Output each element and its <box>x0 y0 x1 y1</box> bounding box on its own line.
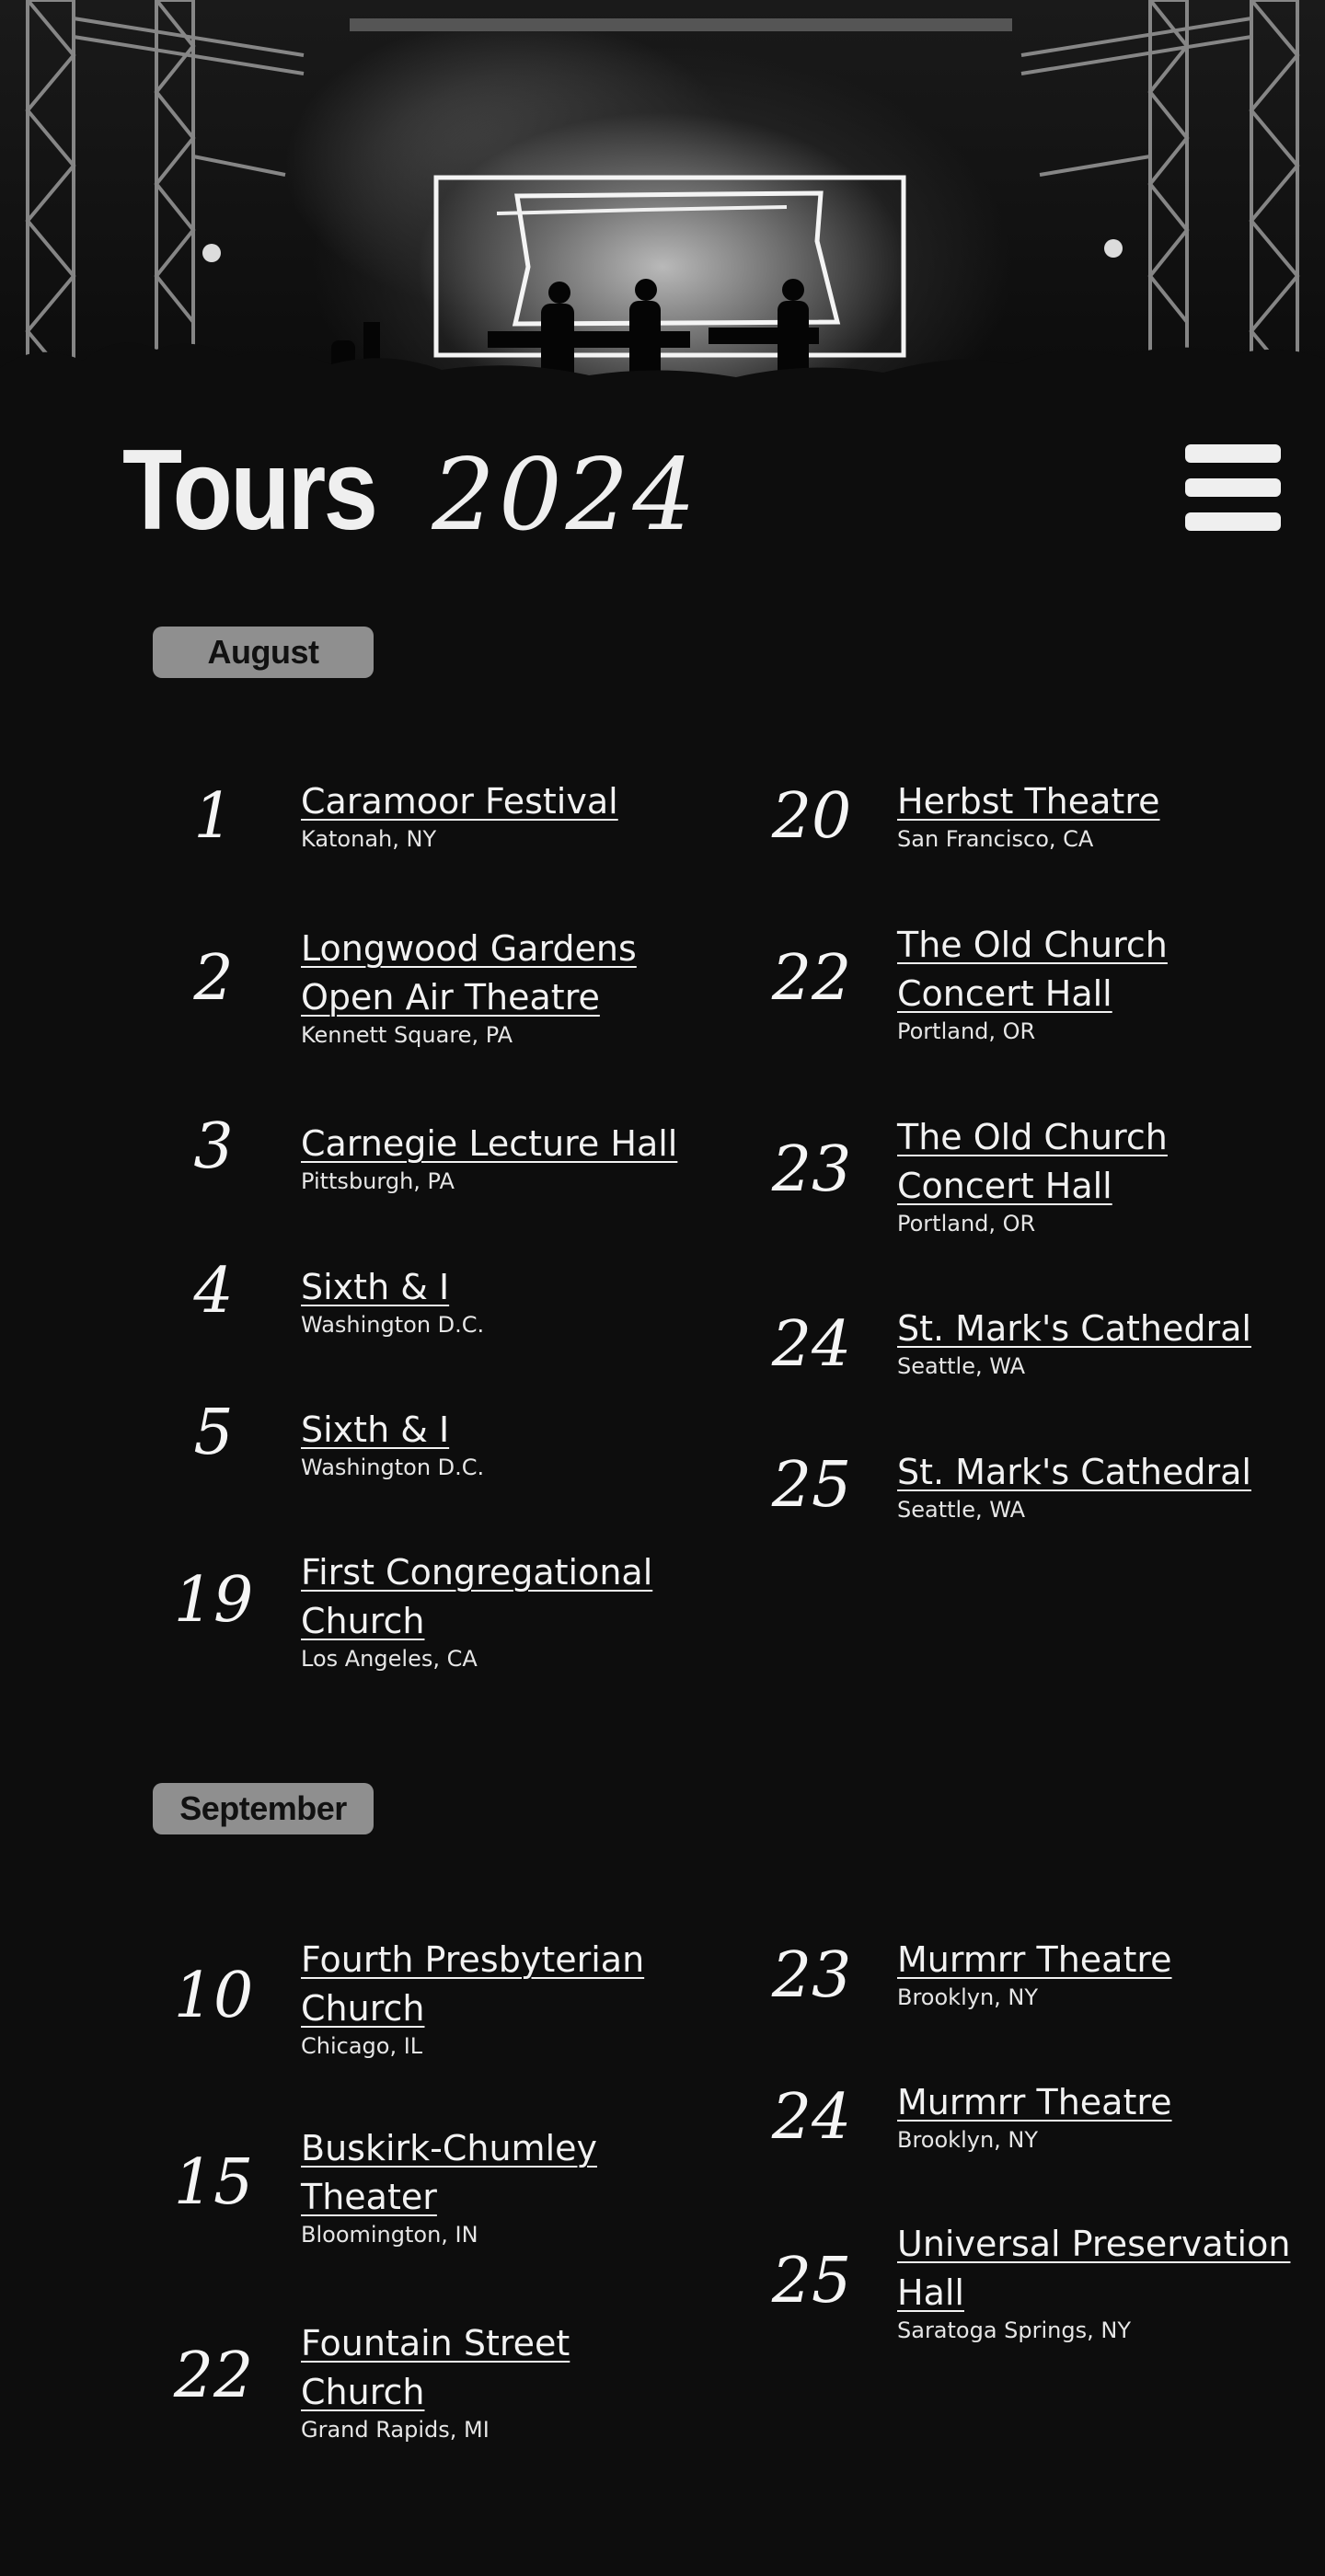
event-day: 25 <box>771 2245 852 2317</box>
venue-city: Washington D.C. <box>301 1455 485 1480</box>
venue-city: Brooklyn, NY <box>897 1984 1039 2010</box>
event-day: 15 <box>173 2146 254 2219</box>
venue-link[interactable]: Universal Preservation Hall <box>897 2220 1290 2317</box>
venue-link[interactable]: The Old Church Concert Hall <box>897 921 1168 1018</box>
venue-line: Church <box>301 1988 425 2029</box>
event-day: 22 <box>173 2340 254 2412</box>
venue-link[interactable]: Murmrr Theatre <box>897 2078 1172 2127</box>
venue-city: Portland, OR <box>897 1018 1036 1044</box>
venue-line: Fourth Presbyterian <box>301 1939 645 1980</box>
venue-city: Kennett Square, PA <box>301 1022 513 1048</box>
venue-link[interactable]: Fourth Presbyterian Church <box>301 1936 644 2033</box>
venue-city: Chicago, IL <box>301 2033 423 2059</box>
event-day: 23 <box>771 1939 852 2012</box>
title-year: 2024 <box>432 438 700 553</box>
venue-city: Los Angeles, CA <box>301 1646 478 1672</box>
venue-link[interactable]: Sixth & I <box>301 1406 484 1455</box>
event-day: 24 <box>771 2081 852 2154</box>
venue-link[interactable]: Caramoor Festival <box>301 777 618 826</box>
venue-city: Washington D.C. <box>301 1312 485 1338</box>
venue-link[interactable]: First Congregational Church <box>301 1548 652 1646</box>
venue-city: Saratoga Springs, NY <box>897 2317 1132 2343</box>
venue-link[interactable]: St. Mark's Cathedral <box>897 1448 1251 1497</box>
event-day: 2 <box>193 942 234 1015</box>
hamburger-icon[interactable] <box>1185 444 1281 531</box>
venue-city: Katonah, NY <box>301 826 437 852</box>
venue-link[interactable]: Buskirk-Chumley Theater <box>301 2124 597 2222</box>
venue-line: The Old Church <box>897 925 1168 965</box>
month-badge-september: September <box>153 1783 374 1834</box>
venue-link[interactable]: The Old Church Concert Hall <box>897 1113 1168 1211</box>
venue-link[interactable]: Murmrr Theatre <box>897 1936 1172 1984</box>
event-day: 5 <box>193 1397 234 1469</box>
venue-city: Grand Rapids, MI <box>301 2417 490 2443</box>
venue-link[interactable]: Herbst Theatre <box>897 777 1160 826</box>
venue-line: The Old Church <box>897 1117 1168 1157</box>
venue-line: Church <box>301 2372 425 2412</box>
venue-line: Church <box>301 1601 425 1641</box>
venue-link[interactable]: Fountain Street Church <box>301 2319 570 2417</box>
venue-line: Fountain Street <box>301 2323 570 2363</box>
menu-bar <box>1185 478 1281 497</box>
event-day: 4 <box>193 1255 234 1328</box>
venue-city: Brooklyn, NY <box>897 2127 1039 2153</box>
event-day: 23 <box>771 1133 852 1206</box>
venue-link[interactable]: Longwood Gardens Open Air Theatre <box>301 925 637 1022</box>
venue-line: Concert Hall <box>897 973 1112 1014</box>
menu-bar <box>1185 512 1281 531</box>
venue-city: San Francisco, CA <box>897 826 1094 852</box>
venue-line: First Congregational <box>301 1552 653 1593</box>
venue-line: Concert Hall <box>897 1166 1112 1206</box>
venue-link[interactable]: St. Mark's Cathedral <box>897 1305 1251 1353</box>
venue-city: Bloomington, IN <box>301 2222 478 2248</box>
event-day: 24 <box>771 1308 852 1381</box>
venue-line: Hall <box>897 2272 964 2313</box>
month-badge-august: August <box>153 627 374 678</box>
page-title: Tours 2024 <box>122 425 699 554</box>
venue-city: Portland, OR <box>897 1211 1036 1236</box>
venue-link[interactable]: Carnegie Lecture Hall <box>301 1120 677 1168</box>
venue-city: Seattle, WA <box>897 1353 1026 1379</box>
event-day: 1 <box>193 780 234 853</box>
venue-line: Longwood Gardens <box>301 928 637 969</box>
venue-line: Theater <box>301 2177 437 2217</box>
hero-concert-image <box>0 0 1325 414</box>
event-day: 3 <box>193 1110 234 1183</box>
venue-link[interactable]: Sixth & I <box>301 1263 484 1312</box>
venue-line: Open Air Theatre <box>301 977 600 1018</box>
menu-bar <box>1185 444 1281 463</box>
event-day: 20 <box>771 780 852 853</box>
venue-city: Pittsburgh, PA <box>301 1168 455 1194</box>
venue-line: Buskirk-Chumley <box>301 2128 597 2168</box>
title-word: Tours <box>122 427 378 554</box>
event-day: 22 <box>771 942 852 1015</box>
venue-city: Seattle, WA <box>897 1497 1026 1523</box>
venue-line: Universal Preservation <box>897 2224 1291 2264</box>
stage-illustration <box>0 0 1325 414</box>
event-day: 10 <box>173 1960 254 2032</box>
event-day: 25 <box>771 1449 852 1522</box>
event-day: 19 <box>173 1564 254 1637</box>
